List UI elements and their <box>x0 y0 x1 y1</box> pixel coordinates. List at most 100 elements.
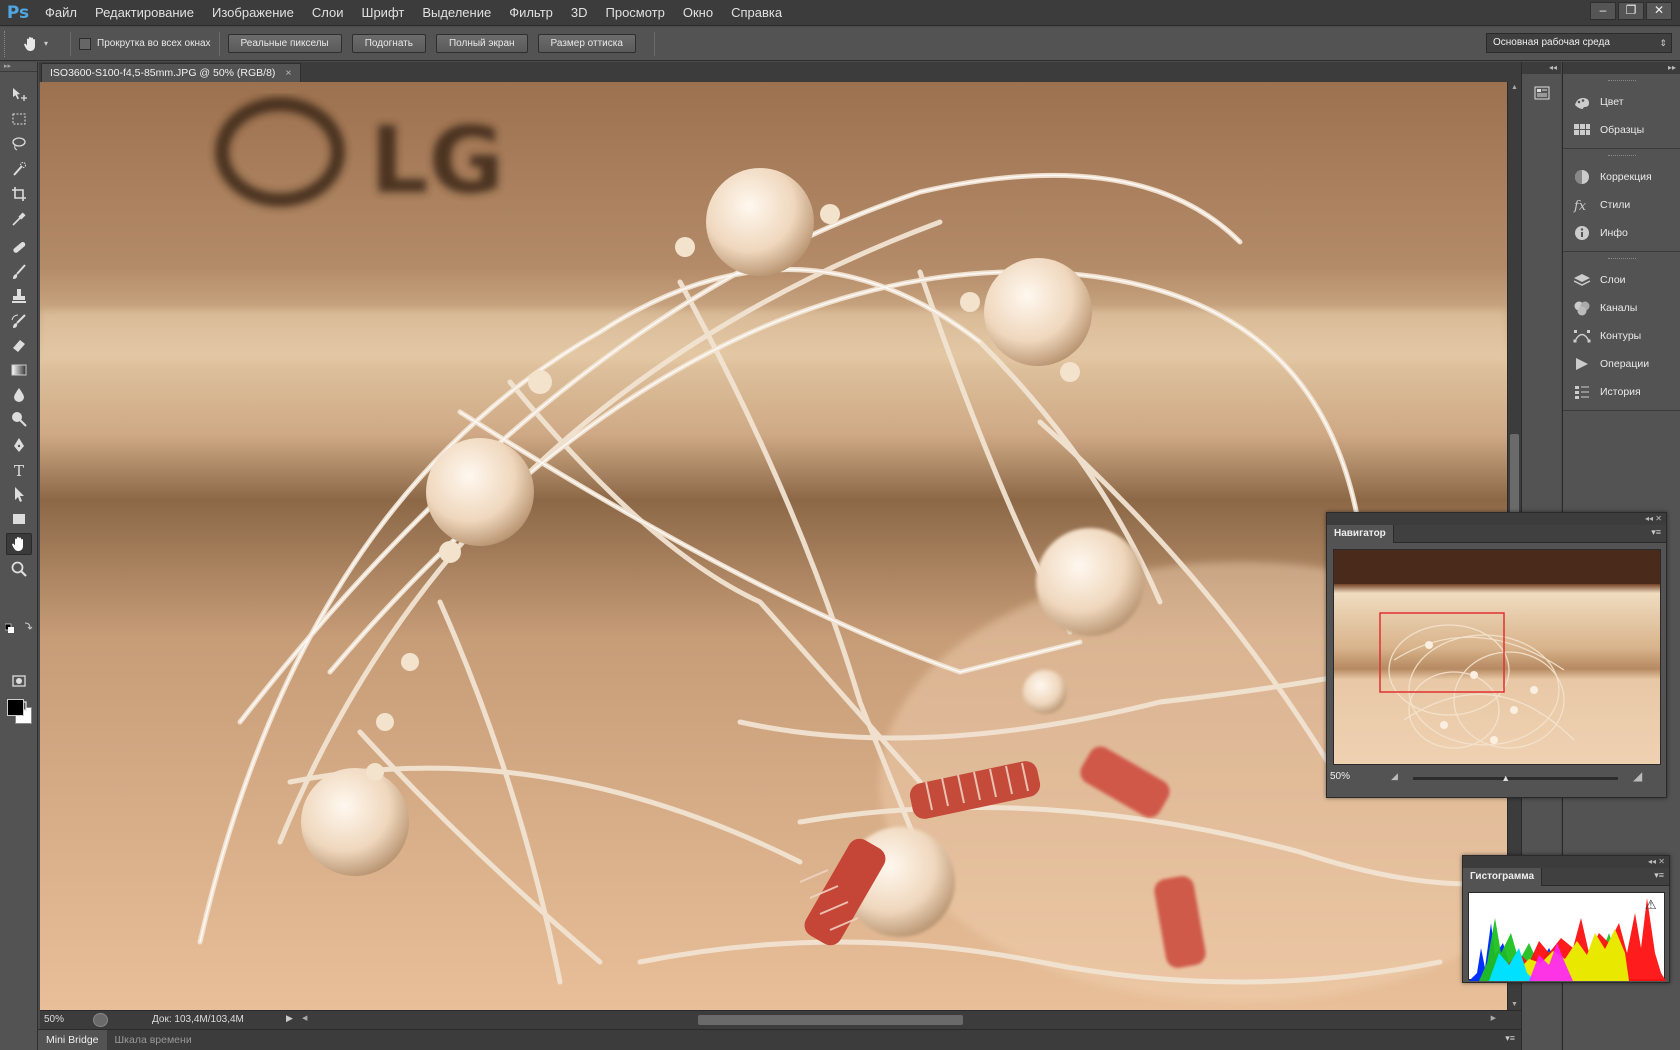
zoom-tool[interactable] <box>6 558 32 580</box>
horizontal-scrollbar[interactable]: ◀ ▶ <box>300 1014 1500 1026</box>
quick-selection-tool[interactable] <box>6 158 32 180</box>
navigator-preview[interactable] <box>1333 549 1661 765</box>
panel-paths[interactable]: Контуры <box>1563 322 1680 350</box>
eyedropper-tool[interactable] <box>6 208 32 230</box>
minimize-button[interactable]: – <box>1590 2 1616 20</box>
fit-screen-button[interactable]: Подогнать <box>351 34 426 53</box>
quick-selection-icon <box>13 162 26 176</box>
scroll-all-windows-option[interactable]: Прокрутка во всех окнах <box>79 37 211 50</box>
panel-menu-icon[interactable]: ▾≡ <box>1505 1033 1515 1044</box>
pen-tool[interactable] <box>6 434 32 456</box>
panel-group-grip[interactable] <box>1607 258 1636 262</box>
tab-histogram[interactable]: Гистограмма <box>1463 868 1543 886</box>
dodge-tool[interactable] <box>6 408 32 430</box>
panel-swatches[interactable]: Образцы <box>1563 116 1680 144</box>
scroll-all-checkbox[interactable] <box>79 37 91 50</box>
collapse-dock-button[interactable]: ◂◂ <box>1522 62 1561 74</box>
tab-mini-bridge[interactable]: Mini Bridge <box>38 1030 107 1050</box>
lasso-tool[interactable] <box>6 133 32 155</box>
clone-stamp-tool[interactable] <box>6 285 32 307</box>
panel-color[interactable]: Цвет <box>1563 88 1680 116</box>
blur-tool[interactable] <box>6 384 32 406</box>
actual-pixels-button[interactable]: Реальные пикселы <box>227 34 342 53</box>
scroll-down-icon[interactable]: ▼ <box>1511 1001 1518 1008</box>
cache-warning-icon[interactable]: ⚠ <box>1645 898 1657 913</box>
gradient-tool[interactable] <box>6 359 32 381</box>
menu-window[interactable]: Окно <box>674 0 722 26</box>
print-size-button[interactable]: Размер оттиска <box>537 34 636 53</box>
brush-tool[interactable] <box>6 261 32 283</box>
panel-group-grip[interactable] <box>1607 80 1636 84</box>
panel-actions[interactable]: Операции <box>1563 350 1680 378</box>
panel-layers[interactable]: Слои <box>1563 266 1680 294</box>
menu-image[interactable]: Изображение <box>203 0 303 26</box>
navigator-zoom-slider[interactable] <box>1413 777 1618 780</box>
tab-timeline[interactable]: Шкала времени <box>107 1030 200 1050</box>
scroll-up-icon[interactable]: ▲ <box>1511 84 1518 91</box>
type-tool[interactable]: T <box>6 459 32 481</box>
navigator-panel-controls[interactable]: ◂◂ ✕ <box>1327 513 1666 525</box>
panel-styles[interactable]: fx Стили <box>1563 191 1680 219</box>
scroll-right-icon[interactable]: ▶ <box>1491 1014 1496 1022</box>
slider-thumb-icon[interactable]: ▲ <box>1501 773 1510 783</box>
document-tab[interactable]: ISO3600-S100-f4,5-85mm.JPG @ 50% (RGB/8)… <box>41 63 301 82</box>
toolbar-collapse-grip[interactable]: ▸▸ <box>0 62 37 72</box>
quick-mask-button[interactable] <box>6 670 32 692</box>
menu-help[interactable]: Справка <box>722 0 791 26</box>
menu-type[interactable]: Шрифт <box>353 0 414 26</box>
hand-tool[interactable] <box>6 533 32 555</box>
zoom-level[interactable]: 50% <box>44 1014 64 1025</box>
menu-edit[interactable]: Редактирование <box>86 0 203 26</box>
panel-menu-icon[interactable]: ▾≡ <box>1651 527 1661 538</box>
rectangle-tool[interactable] <box>6 508 32 530</box>
restore-button[interactable]: ❐ <box>1618 2 1644 20</box>
tab-close-icon[interactable]: × <box>285 64 291 82</box>
zoom-out-icon[interactable]: ◢ <box>1391 771 1398 782</box>
window-controls: – ❐ ✕ <box>1590 2 1672 20</box>
marquee-tool[interactable] <box>6 108 32 130</box>
pen-icon <box>14 438 24 452</box>
menu-filter[interactable]: Фильтр <box>500 0 562 26</box>
panel-history[interactable]: История <box>1563 378 1680 406</box>
tool-preset-picker[interactable]: ▾ <box>22 35 62 53</box>
eraser-tool[interactable] <box>6 334 32 356</box>
properties-panel-button[interactable] <box>1531 82 1553 104</box>
workspace-switcher[interactable]: Основная рабочая среда ⇕ <box>1486 33 1672 53</box>
options-bar-grip[interactable] <box>4 30 16 57</box>
panel-menu-icon[interactable]: ▾≡ <box>1654 870 1664 881</box>
histogram-panel[interactable]: ◂◂ ✕ Гистограмма ▾≡ ⚠ <box>1462 855 1670 983</box>
path-selection-tool[interactable] <box>6 483 32 505</box>
navigator-zoom-value[interactable]: 50% <box>1330 771 1350 782</box>
swatches-icon <box>1574 124 1590 135</box>
menu-view[interactable]: Просмотр <box>597 0 674 26</box>
tab-navigator[interactable]: Навигатор <box>1327 525 1394 543</box>
panel-group-grip[interactable] <box>1607 155 1636 159</box>
canvas-logo-text: LG <box>370 107 504 214</box>
move-tool[interactable] <box>6 84 32 106</box>
expand-dock-button[interactable]: ▸▸ <box>1563 62 1680 74</box>
document-canvas[interactable]: LG <box>40 82 1507 1010</box>
panel-info[interactable]: Инфо <box>1563 219 1680 247</box>
status-menu-arrow-icon[interactable]: ▶ <box>286 1013 293 1024</box>
panel-channels[interactable]: Каналы <box>1563 294 1680 322</box>
options-bar: ▾ Прокрутка во всех окнах Реальные пиксе… <box>0 27 1680 61</box>
horizontal-scroll-thumb[interactable] <box>698 1015 963 1025</box>
menu-file[interactable]: Файл <box>36 0 86 26</box>
fill-screen-button[interactable]: Полный экран <box>435 34 528 53</box>
menu-select[interactable]: Выделение <box>413 0 500 26</box>
vertical-scroll-thumb[interactable] <box>1510 434 1519 524</box>
navigator-panel[interactable]: ◂◂ ✕ Навигатор ▾≡ 50% ◢ ▲ ◢ <box>1326 512 1667 798</box>
close-button[interactable]: ✕ <box>1646 2 1672 20</box>
panel-adjustments[interactable]: Коррекция <box>1563 163 1680 191</box>
healing-brush-tool[interactable] <box>6 236 32 258</box>
default-colors-icon[interactable] <box>4 620 33 633</box>
zoom-in-icon[interactable]: ◢ <box>1633 769 1642 783</box>
menu-3d[interactable]: 3D <box>562 0 597 26</box>
history-brush-tool[interactable] <box>6 310 32 332</box>
crop-tool[interactable] <box>6 183 32 205</box>
menu-layer[interactable]: Слои <box>303 0 353 26</box>
histogram-panel-controls[interactable]: ◂◂ ✕ <box>1463 856 1669 868</box>
scroll-left-icon[interactable]: ◀ <box>302 1014 307 1022</box>
foreground-color-swatch[interactable] <box>7 699 24 716</box>
status-info-icon[interactable] <box>93 1013 108 1027</box>
